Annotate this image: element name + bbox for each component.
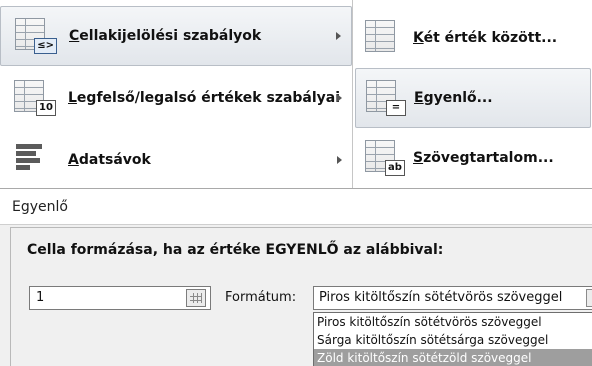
- menu-item-label: Adatsávok: [68, 152, 151, 168]
- submenu-item-between[interactable]: Két érték között...: [353, 8, 592, 68]
- menu-item-label: Cellakijelölési szabályok: [69, 28, 262, 44]
- equal-to-dialog: Egyenlő Cella formázása, ha az értéke EG…: [0, 188, 592, 366]
- format-selected-value: Piros kitöltőszín sötétvörös szöveggel: [319, 290, 563, 305]
- submenu-arrow-icon: [337, 156, 342, 164]
- screenshot-stage: ≤> Cellakijelölési szabályok 10 Legfelső…: [0, 0, 592, 366]
- submenu-item-equal-to[interactable]: = Egyenlő...: [355, 68, 591, 128]
- submenu-item-label: Egyenlő...: [414, 90, 493, 106]
- value-input[interactable]: 1: [29, 286, 211, 310]
- equal-to-icon: =: [362, 78, 408, 118]
- highlight-cells-submenu: Két érték között... = Egyenlő... ab Szöv…: [352, 0, 592, 188]
- submenu-item-label: Szövegtartalom...: [413, 150, 554, 166]
- format-dropdown-list: Piros kitöltőszín sötétvörös szöveggel S…: [313, 312, 592, 366]
- submenu-item-text-contains[interactable]: ab Szövegtartalom...: [353, 128, 592, 188]
- format-label: Formátum:: [225, 290, 297, 305]
- dialog-title: Egyenlő: [0, 189, 592, 225]
- format-option[interactable]: Sárga kitöltőszín sötétsárga szöveggel: [314, 331, 592, 349]
- format-option[interactable]: Piros kitöltőszín sötétvörös szöveggel: [314, 313, 592, 331]
- menu-item-top-bottom-rules[interactable]: 10 Legfelső/legalsó értékek szabályai: [0, 68, 352, 128]
- format-option-highlighted[interactable]: Zöld kitöltőszín sötétzöld szöveggel: [314, 349, 592, 366]
- range-picker-icon[interactable]: [186, 289, 206, 307]
- submenu-arrow-icon: [337, 94, 342, 102]
- menu-item-label: Legfelső/legalsó értékek szabályai: [68, 90, 341, 106]
- menu-item-highlight-cells-rules[interactable]: ≤> Cellakijelölési szabályok: [0, 6, 352, 66]
- value-text: 1: [36, 290, 45, 305]
- format-select[interactable]: Piros kitöltőszín sötétvörös szöveggel: [313, 286, 592, 310]
- between-icon: [361, 18, 407, 58]
- text-contains-icon: ab: [361, 138, 407, 178]
- submenu-arrow-icon: [336, 32, 341, 40]
- top-bottom-rules-icon: 10: [10, 78, 62, 118]
- submenu-item-label: Két érték között...: [413, 30, 558, 46]
- chevron-down-icon[interactable]: [586, 289, 592, 307]
- data-bars-icon: [10, 140, 62, 180]
- highlight-cells-rules-icon: ≤>: [11, 16, 63, 56]
- menu-item-data-bars[interactable]: Adatsávok: [0, 130, 352, 190]
- conditional-formatting-menu: ≤> Cellakijelölési szabályok 10 Legfelső…: [0, 0, 352, 188]
- dialog-heading: Cella formázása, ha az értéke EGYENLŐ az…: [27, 242, 444, 258]
- dialog-body: Cella formázása, ha az értéke EGYENLŐ az…: [10, 227, 592, 366]
